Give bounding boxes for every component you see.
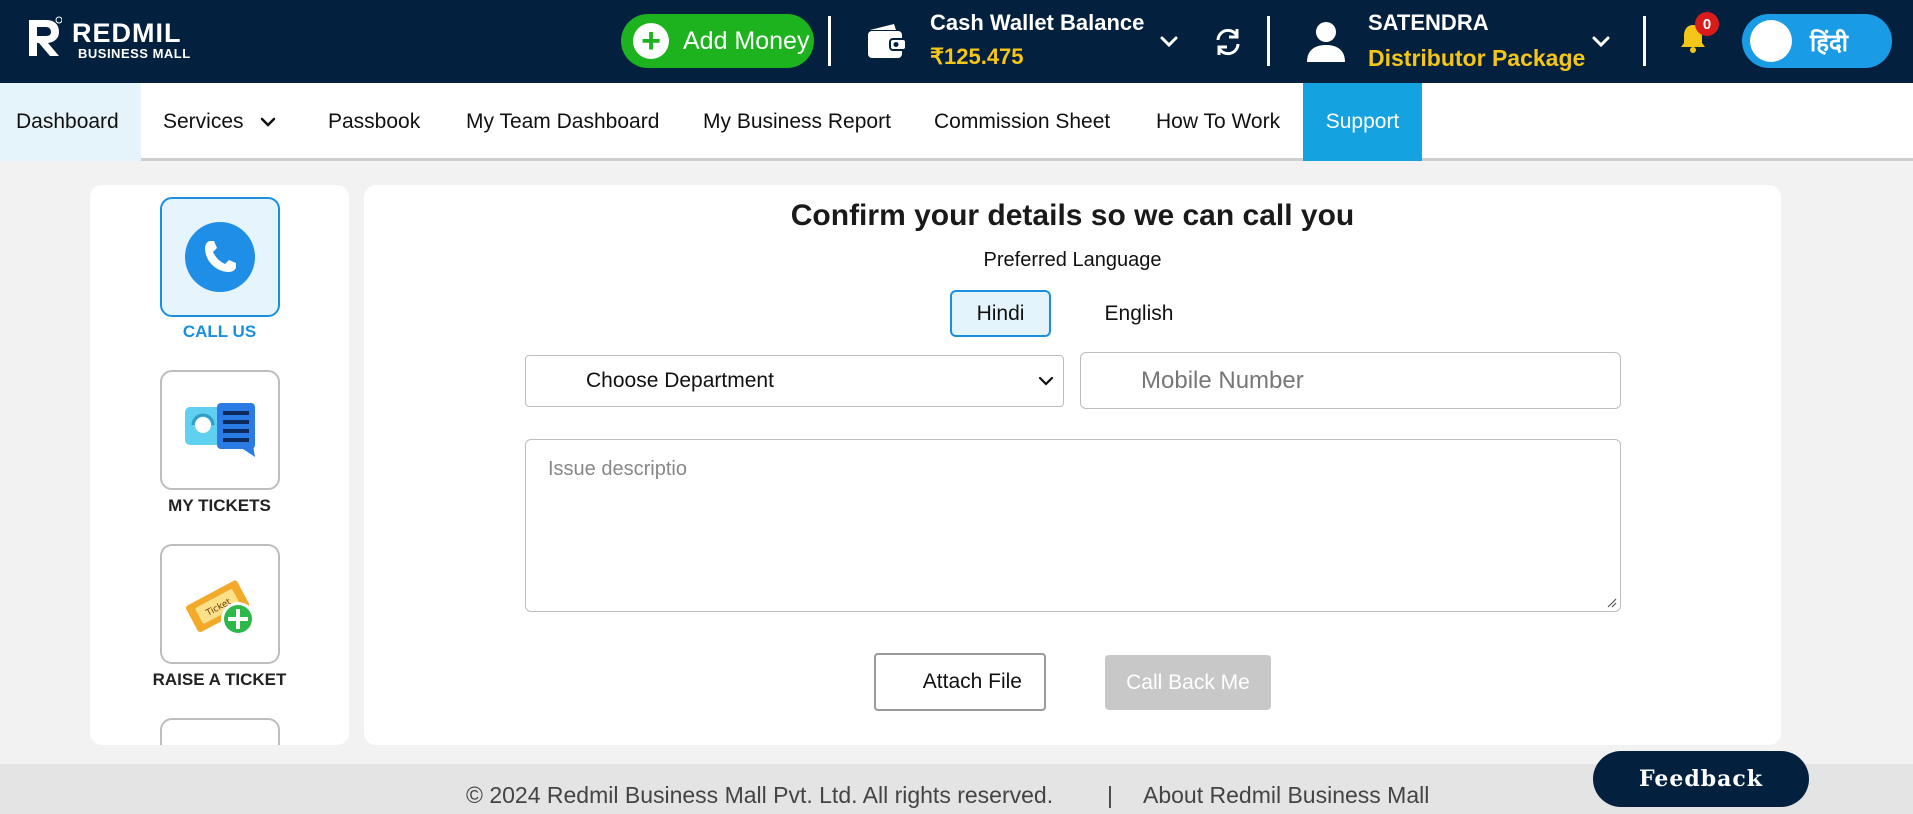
wallet-icon [868,24,907,58]
my-tickets-label: MY TICKETS [168,496,271,515]
nav-dashboard[interactable]: Dashboard [0,83,141,161]
mobile-number-input[interactable]: Mobile Number [1080,352,1621,409]
header-divider [1643,16,1646,66]
department-select[interactable]: Choose Department [525,355,1064,407]
nav-label: Dashboard [16,110,119,133]
language-toggle-label: हिंदी [1810,30,1848,57]
support-sidebar: CALL US MY TICKETS Ticket RAISE A TICKET [90,185,349,745]
raise-ticket-card[interactable]: Ticket [160,544,280,664]
add-money-label: Add Money [683,26,810,55]
phone-icon [185,222,255,292]
feedback-label: Feedback [1638,766,1764,792]
nav-how-to-work[interactable]: How To Work [1156,83,1280,161]
nav-services[interactable]: Services [163,83,283,161]
wallet-chevron-down-icon[interactable] [1158,31,1180,53]
raise-ticket-label: RAISE A TICKET [152,670,287,689]
redmil-logo[interactable]: REDMIL BUSINESS MALL [26,16,196,62]
nav-label: How To Work [1156,110,1281,133]
form-title: Confirm your details so we can call you [790,199,1355,232]
nav-label: Commission Sheet [934,110,1111,133]
language-option-english[interactable]: English [1088,290,1190,337]
ticket-chat-icon [185,403,255,457]
resize-grip-icon[interactable] [1605,596,1617,608]
preferred-language-label: Preferred Language [983,249,1162,271]
nav-label: Passbook [328,110,421,133]
call-us-card[interactable] [160,197,280,317]
refresh-icon[interactable] [1212,26,1244,58]
user-name: SATENDRA [1368,10,1489,35]
nav-label: Support [1325,110,1400,133]
language-toggle[interactable]: हिंदी [1742,14,1892,68]
nav-label: My Team Dashboard [466,110,660,133]
nav-label: My Business Report [703,110,891,133]
attach-file-button[interactable]: Attach File [874,653,1046,711]
toggle-knob [1750,20,1792,62]
issue-description-textarea[interactable]: Issue descriptio [525,439,1621,612]
callback-form-panel: Confirm your details so we can call you … [364,185,1781,745]
feedback-button[interactable]: Feedback [1593,751,1809,807]
user-package: Distributor Package [1368,45,1586,71]
footer-separator: | [1107,782,1113,808]
notification-count-badge: 0 [1695,12,1719,36]
user-chevron-down-icon[interactable] [1590,31,1612,53]
top-header: REDMIL BUSINESS MALL + Add Money Cash Wa… [0,0,1913,83]
nav-my-business-report[interactable]: My Business Report [703,83,891,161]
add-money-button[interactable]: + Add Money [621,14,814,68]
call-back-me-label: Call Back Me [1126,670,1250,694]
nav-my-team-dashboard[interactable]: My Team Dashboard [466,83,659,161]
logo-name: REDMIL [72,18,182,48]
redmil-logo-mark-icon [29,16,62,56]
main-navigation: Dashboard Services Passbook My Team Dash… [0,83,1913,161]
nav-commission-sheet[interactable]: Commission Sheet [934,83,1110,161]
footer-about-link[interactable]: About Redmil Business Mall [1143,782,1429,809]
chevron-down-icon [1038,376,1054,386]
call-us-label: CALL US [182,322,257,341]
user-avatar-icon [1307,22,1345,62]
call-back-me-button[interactable]: Call Back Me [1105,655,1271,710]
mobile-number-placeholder: Mobile Number [1141,366,1304,394]
nav-passbook[interactable]: Passbook [328,83,420,161]
wallet-balance-title: Cash Wallet Balance [930,10,1145,35]
header-divider [828,16,831,66]
more-support-card[interactable] [160,718,280,745]
logo-subtitle: BUSINESS MALL [78,46,191,61]
chevron-down-icon [260,117,275,127]
attach-file-label: Attach File [922,670,1022,693]
nav-label: Services [163,110,244,133]
header-divider [1267,16,1270,66]
language-option-hindi[interactable]: Hindi [950,290,1051,337]
wallet-balance-amount: ₹125.475 [930,44,1024,69]
plus-icon: + [633,23,669,59]
footer-copyright: © 2024 Redmil Business Mall Pvt. Ltd. Al… [466,782,1054,808]
issue-description-placeholder: Issue descriptio [548,458,687,480]
my-tickets-card[interactable] [160,370,280,490]
raise-ticket-icon: Ticket [185,580,255,636]
department-select-value: Choose Department [586,369,774,392]
nav-support[interactable]: Support [1303,83,1422,161]
